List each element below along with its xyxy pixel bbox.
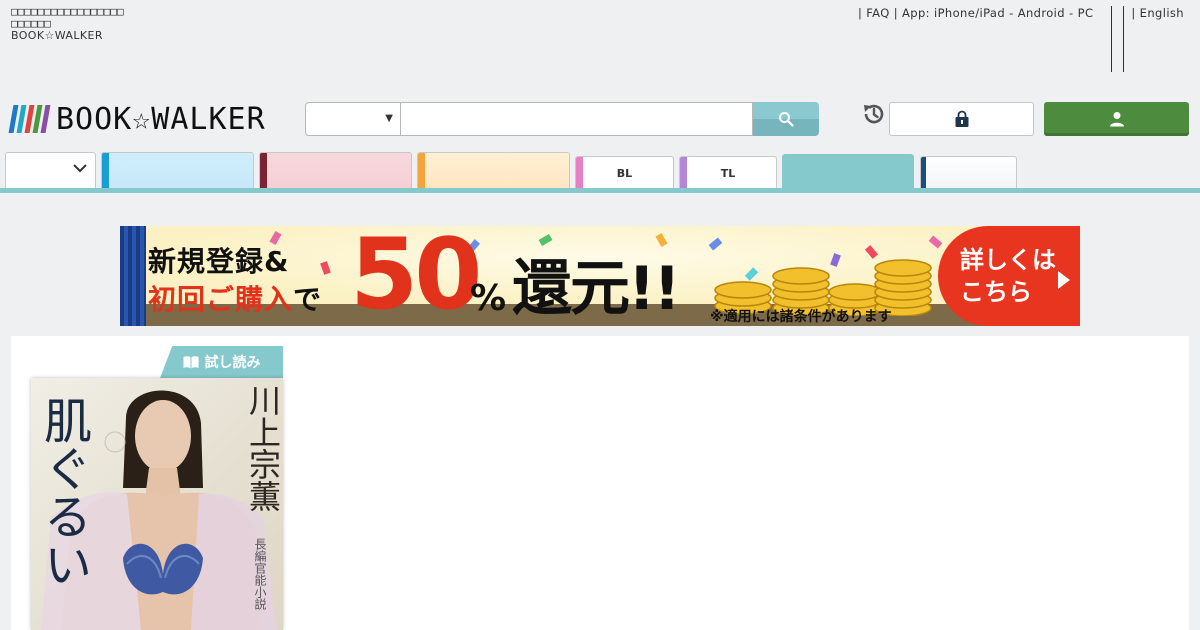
divider-line (1123, 6, 1124, 72)
book-subtitle: 長編官能小説 (253, 538, 267, 610)
logo-mark (8, 105, 51, 133)
arrow-right-icon (1058, 271, 1070, 289)
cart-button[interactable] (889, 102, 1034, 136)
banner-line-2: 初回ご購入で (148, 278, 322, 318)
banner-kangen: 還元!! (512, 254, 681, 324)
tab-novel[interactable] (259, 152, 412, 189)
tab-underline (0, 188, 1200, 193)
history-icon[interactable] (861, 101, 887, 127)
banner-note: ※適用には諸条件があります (710, 309, 892, 325)
lock-bag-icon (955, 110, 968, 127)
banner-line-2-b: で (293, 283, 323, 316)
tab-menu[interactable] (5, 152, 96, 189)
app-link[interactable]: App: iPhone/iPad - Android - PC (898, 6, 1097, 20)
caret-down-icon: ▼ (385, 113, 393, 124)
tab-other[interactable] (920, 156, 1017, 189)
tab-color-strip (260, 153, 267, 189)
tagline-brand: BOOK☆WALKER (11, 29, 103, 42)
curtain-left (120, 226, 146, 326)
preview-label: 試し読み (204, 355, 261, 371)
tab-active[interactable] (782, 154, 914, 189)
tab-color-strip (680, 157, 687, 189)
tab-color-strip (418, 153, 425, 189)
utility-bar: □□□□□□□□□□□□□□□□□ □□□□□□ BOOK☆WALKER | F… (0, 0, 1200, 90)
search-bar: ▼ (305, 102, 819, 136)
banner-line-2-a: 初回ご購入 (148, 283, 294, 316)
search-button[interactable] (753, 102, 819, 136)
tab-bl[interactable]: BL (575, 156, 674, 189)
search-category-select[interactable]: ▼ (305, 102, 400, 136)
book-title: 肌ぐるい (35, 396, 91, 588)
banner-line-1: 新規登録& (148, 245, 290, 278)
tab-color-strip (102, 153, 109, 189)
category-tabs: BL TL (0, 151, 1200, 189)
banner-percent-number: 50 (350, 226, 482, 326)
chevron-down-icon (73, 164, 87, 173)
book-cover[interactable]: 肌ぐるい 川上宗薫 長編官能小説 (31, 378, 283, 630)
preview-button[interactable]: 試し読み (160, 346, 283, 378)
banner-percent-sign: % (470, 278, 507, 319)
tab-tl[interactable]: TL (679, 156, 777, 189)
utility-links: | FAQ | App: iPhone/iPad - Android - PC … (858, 6, 1188, 20)
tab-label: TL (720, 166, 736, 180)
tab-label: BL (616, 166, 633, 180)
site-tagline: □□□□□□□□□□□□□□□□□ □□□□□□ BOOK☆WALKER (11, 6, 124, 42)
tab-manga[interactable] (101, 152, 254, 189)
faq-link[interactable]: FAQ (862, 6, 893, 20)
link-gap (1097, 6, 1131, 20)
tab-color-strip (921, 157, 926, 189)
promo-banner[interactable]: 新規登録& 初回ご購入で 50 % 還元!! ※適用には諸条件があります 詳しく… (120, 226, 1080, 326)
logo-text: BOOK☆WALKER (56, 101, 266, 137)
english-link[interactable]: English (1136, 6, 1188, 20)
site-logo[interactable]: BOOK☆WALKER (8, 101, 266, 137)
book-icon (183, 355, 198, 368)
login-button[interactable] (1044, 102, 1189, 136)
user-icon (1109, 112, 1124, 127)
banner-cta-button[interactable]: 詳しくは こちら (938, 226, 1080, 326)
divider-line (1111, 6, 1112, 72)
tab-light-novel[interactable] (417, 152, 570, 189)
search-icon (779, 112, 794, 127)
search-input[interactable] (400, 102, 753, 136)
tab-color-strip (576, 157, 583, 189)
book-author: 川上宗薫 (244, 384, 282, 512)
